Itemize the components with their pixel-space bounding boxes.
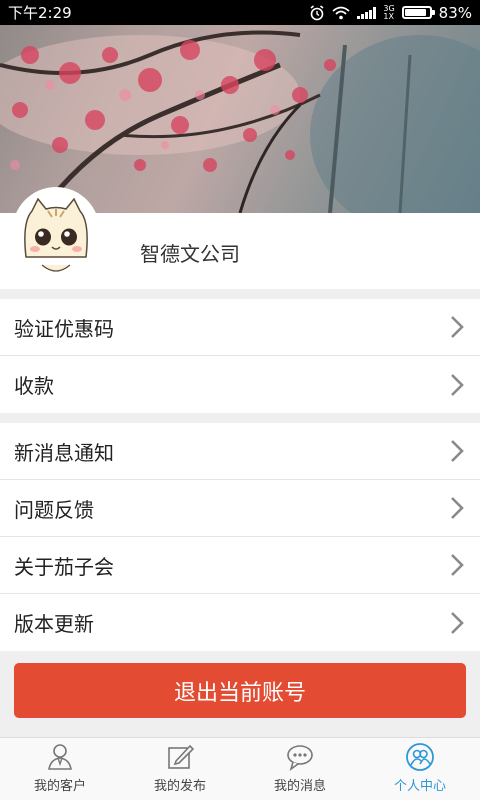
tab-label: 我的消息 <box>273 779 326 794</box>
tab-label: 个人中心 <box>393 779 446 794</box>
tab-personal-center[interactable]: 个人中心 <box>360 738 480 800</box>
chevron-right-icon <box>451 440 464 462</box>
chevron-right-icon <box>451 611 464 634</box>
menu-item-about[interactable]: 关于茄子会 <box>0 537 480 594</box>
status-icons: 3G 1X 83% <box>309 4 472 22</box>
menu-item-label: 收款 <box>14 374 54 398</box>
signal-icon <box>357 6 377 19</box>
menu-item-verify-coupon[interactable]: 验证优惠码 <box>0 299 480 356</box>
chevron-right-icon <box>451 373 464 396</box>
edit-icon <box>168 744 195 769</box>
menu-item-notifications[interactable]: 新消息通知 <box>0 423 480 480</box>
network-sub-label: 1X <box>383 11 394 21</box>
wifi-icon <box>332 6 350 19</box>
customer-icon <box>48 744 72 770</box>
menu-item-version-update[interactable]: 版本更新 <box>0 594 480 651</box>
battery-icon <box>401 6 435 19</box>
menu-group-payments: 验证优惠码 收款 <box>0 299 480 413</box>
logout-button[interactable]: 退出当前账号 <box>14 663 466 718</box>
profile-cover-image <box>0 25 480 213</box>
menu-item-label: 问题反馈 <box>14 497 94 522</box>
status-bar: 下午2:29 3G 1X 83% <box>0 0 480 25</box>
company-name: 智德文公司 <box>140 242 240 266</box>
avatar[interactable] <box>12 187 100 277</box>
tab-label: 我的客户 <box>33 779 86 794</box>
tab-my-messages[interactable]: 我的消息 <box>240 738 360 800</box>
menu-item-label: 关于茄子会 <box>14 554 114 579</box>
chevron-right-icon <box>451 316 464 338</box>
menu-item-label: 版本更新 <box>14 612 94 636</box>
menu-group-settings: 新消息通知 问题反馈 关于茄子会 版本更新 <box>0 423 480 651</box>
alarm-icon <box>310 4 324 20</box>
chevron-right-icon <box>451 554 464 576</box>
network-type: 3G 1X <box>383 4 394 21</box>
menu-item-collect-payment[interactable]: 收款 <box>0 356 480 413</box>
status-time: 下午2:29 <box>8 4 72 22</box>
chevron-right-icon <box>451 497 464 519</box>
menu-item-label: 新消息通知 <box>14 440 114 465</box>
menu-item-feedback[interactable]: 问题反馈 <box>0 480 480 537</box>
cover-artwork <box>0 25 480 213</box>
battery-percent: 83% <box>438 3 472 22</box>
profile-icon <box>406 743 434 771</box>
cat-avatar-icon <box>12 188 100 276</box>
menu-item-label: 验证优惠码 <box>14 316 114 341</box>
bottom-tab-bar: 我的客户 我的发布 我的消息 个人中心 <box>0 737 480 800</box>
tab-my-customers[interactable]: 我的客户 <box>0 738 120 800</box>
tab-label: 我的发布 <box>153 779 206 794</box>
message-icon <box>287 745 313 771</box>
tab-my-posts[interactable]: 我的发布 <box>120 738 240 800</box>
